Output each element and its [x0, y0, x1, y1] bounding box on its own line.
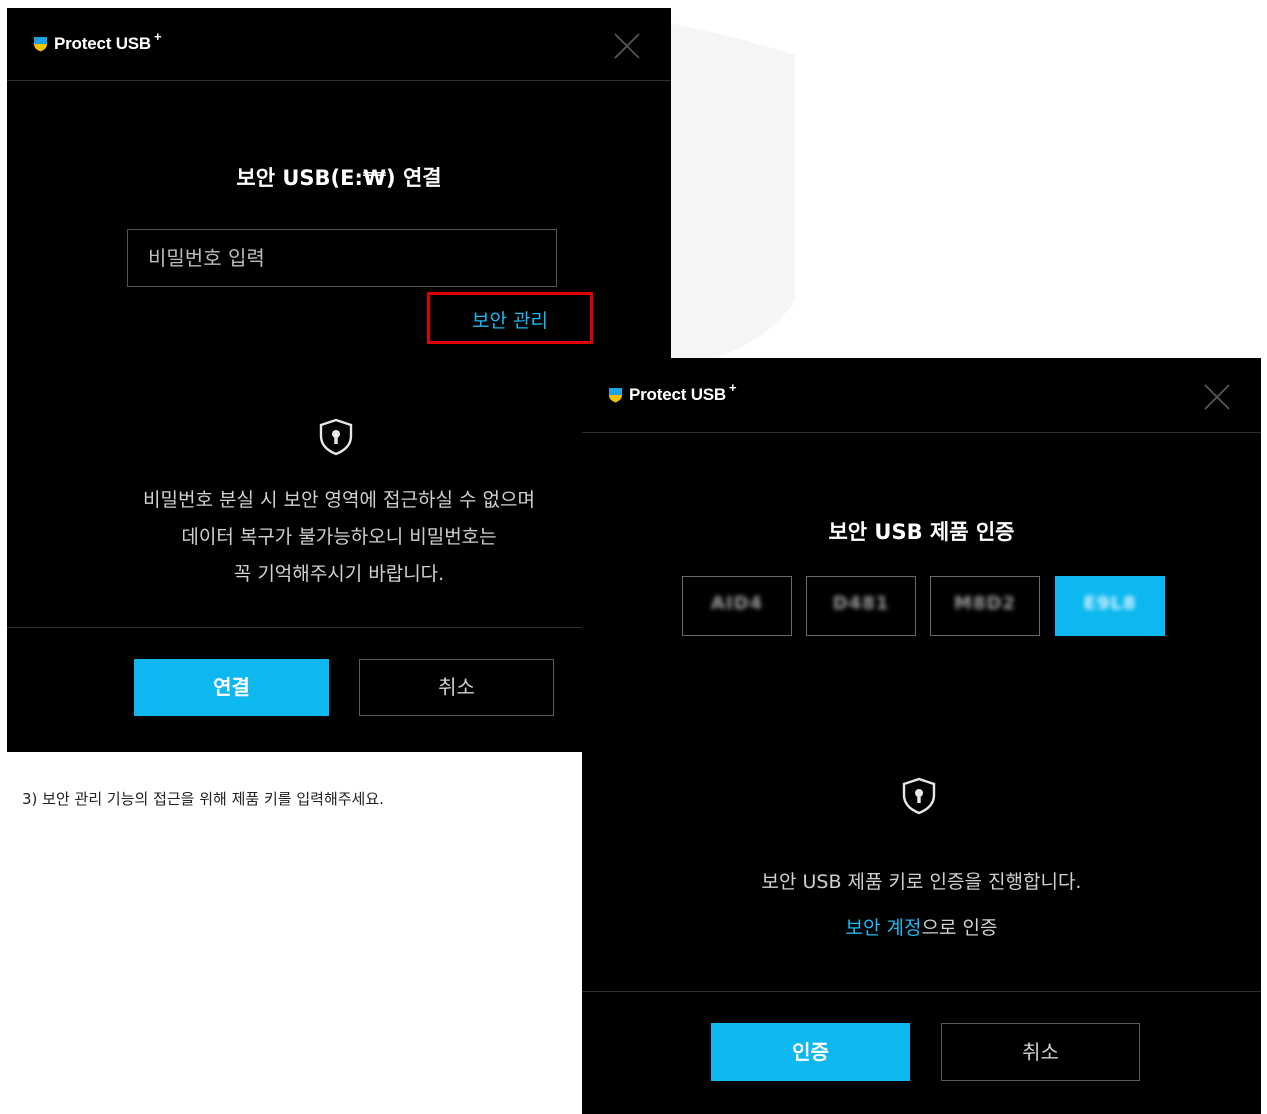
- app-title: Protect USB +: [608, 380, 737, 405]
- cancel-button[interactable]: 취소: [359, 659, 554, 716]
- security-account-link[interactable]: 보안 계정: [846, 917, 922, 939]
- app-title-text: Protect USB: [54, 34, 151, 53]
- app-title-plus: +: [154, 29, 162, 44]
- title-bar: Protect USB +: [7, 8, 671, 81]
- shield-keyhole-icon: [319, 418, 353, 456]
- authenticate-button[interactable]: 인증: [711, 1023, 910, 1081]
- cancel-button[interactable]: 취소: [941, 1023, 1140, 1081]
- account-auth-suffix: 으로 인증: [921, 917, 998, 939]
- shield-logo-icon: [609, 388, 622, 403]
- product-key-field-4[interactable]: E9L8: [1055, 576, 1165, 636]
- close-icon[interactable]: [613, 32, 641, 60]
- product-key-field-3[interactable]: M8D2: [930, 576, 1040, 636]
- notice-text: 비밀번호 분실 시 보안 영역에 접근하실 수 없으며 데이터 복구가 불가능하…: [7, 482, 671, 593]
- security-management-link[interactable]: 보안 관리: [430, 306, 590, 333]
- product-key-value: M8D2: [954, 593, 1016, 614]
- app-title: Protect USB +: [33, 29, 162, 54]
- notice-line: 비밀번호 분실 시 보안 영역에 접근하실 수 없으며: [143, 489, 535, 511]
- password-input[interactable]: [127, 229, 557, 287]
- product-key-value: D481: [832, 593, 890, 614]
- highlight-box: 보안 관리: [427, 292, 593, 344]
- connect-button[interactable]: 연결: [134, 659, 329, 716]
- product-auth-dialog: Protect USB + 보안 USB 제품 인증 AID4 D481 M8D…: [582, 358, 1261, 1114]
- product-key-value: AID4: [710, 593, 764, 614]
- notice-line: 꼭 기억해주시기 바랍니다.: [233, 563, 445, 585]
- notice-line: 데이터 복구가 불가능하오니 비밀번호는: [181, 526, 497, 548]
- close-icon[interactable]: [1203, 383, 1231, 411]
- app-title-plus: +: [729, 380, 737, 395]
- footer-divider: [582, 991, 1261, 992]
- usb-login-dialog: Protect USB + 보안 USB(E:₩) 연결 보안 관리 비밀번호 …: [7, 8, 671, 752]
- product-key-value: E9L8: [1083, 593, 1137, 614]
- instruction-caption: 3) 보안 관리 기능의 접근을 위해 제품 키를 입력해주세요.: [22, 790, 384, 808]
- auth-notice-text: 보안 USB 제품 키로 인증을 진행합니다.: [761, 871, 1082, 893]
- title-bar: Protect USB +: [582, 358, 1261, 433]
- product-key-field-1[interactable]: AID4: [682, 576, 792, 636]
- dialog-heading: 보안 USB(E:₩) 연결: [236, 166, 442, 190]
- shield-logo-icon: [34, 37, 47, 52]
- app-title-text: Protect USB: [629, 385, 726, 404]
- product-key-field-2[interactable]: D481: [806, 576, 916, 636]
- account-auth-line: 보안 계정으로 인증: [582, 910, 1261, 947]
- dialog-heading: 보안 USB 제품 인증: [828, 520, 1015, 544]
- shield-keyhole-icon: [902, 777, 936, 815]
- footer-divider: [7, 627, 671, 628]
